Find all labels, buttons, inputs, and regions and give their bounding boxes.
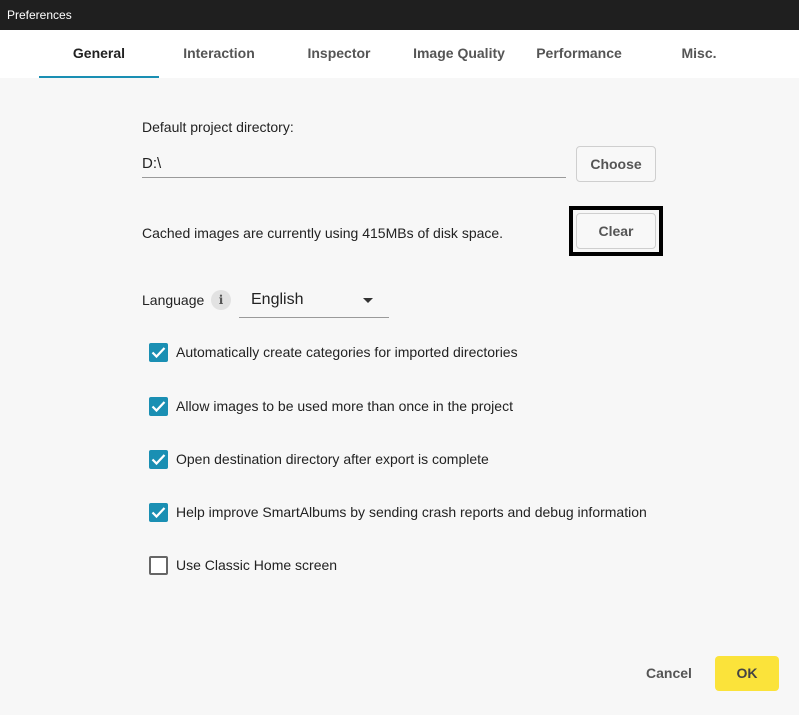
checkbox-checked-icon[interactable] xyxy=(149,503,168,522)
clear-cache-button[interactable]: Clear xyxy=(576,213,656,249)
checkbox-checked-icon[interactable] xyxy=(149,343,168,362)
cache-usage-text: Cached images are currently using 415MBs… xyxy=(142,225,504,241)
option-label: Use Classic Home screen xyxy=(176,557,338,573)
cancel-button[interactable]: Cancel xyxy=(640,657,698,689)
option-classic-home[interactable]: Use Classic Home screen xyxy=(149,556,449,576)
option-auto-categories[interactable]: Automatically create categories for impo… xyxy=(149,343,549,363)
window-titlebar: Preferences xyxy=(0,0,799,30)
tab-performance[interactable]: Performance xyxy=(519,30,639,78)
option-label: Help improve SmartAlbums by sending cras… xyxy=(176,504,647,520)
choose-button[interactable]: Choose xyxy=(576,146,656,182)
checkbox-checked-icon[interactable] xyxy=(149,397,168,416)
tab-general[interactable]: General xyxy=(39,30,159,78)
tab-bar: General Interaction Inspector Image Qual… xyxy=(0,30,799,78)
project-directory-input[interactable] xyxy=(142,146,566,178)
language-select[interactable]: English xyxy=(239,285,389,318)
info-icon[interactable]: i xyxy=(211,290,231,310)
checkbox-unchecked-icon[interactable] xyxy=(149,556,168,575)
option-allow-reuse[interactable]: Allow images to be used more than once i… xyxy=(149,397,549,417)
language-label: Language xyxy=(142,292,205,308)
option-label: Allow images to be used more than once i… xyxy=(176,398,513,414)
option-open-destination[interactable]: Open destination directory after export … xyxy=(149,450,549,470)
project-directory-label: Default project directory: xyxy=(142,119,294,135)
window-title: Preferences xyxy=(7,8,72,22)
option-label: Open destination directory after export … xyxy=(176,451,489,467)
tab-inspector[interactable]: Inspector xyxy=(279,30,399,78)
option-crash-reports[interactable]: Help improve SmartAlbums by sending cras… xyxy=(149,503,669,523)
ok-button[interactable]: OK xyxy=(715,656,779,691)
tab-image-quality[interactable]: Image Quality xyxy=(399,30,519,78)
option-label: Automatically create categories for impo… xyxy=(176,344,518,360)
tab-misc[interactable]: Misc. xyxy=(639,30,759,78)
language-selected-value: English xyxy=(251,291,304,308)
checkbox-checked-icon[interactable] xyxy=(149,450,168,469)
tab-interaction[interactable]: Interaction xyxy=(159,30,279,78)
chevron-down-icon xyxy=(363,298,373,303)
